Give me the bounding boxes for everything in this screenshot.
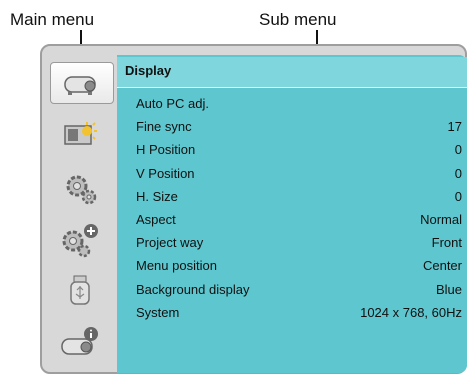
- row-label: V Position: [136, 166, 195, 181]
- row-value: Center: [422, 258, 462, 273]
- row-label: Project way: [136, 235, 204, 250]
- main-menu-callout: Main menu: [10, 10, 95, 29]
- row-label: H Position: [136, 142, 196, 157]
- menu-row-h-position[interactable]: H Position 0: [117, 139, 467, 161]
- menu-row-h-size[interactable]: H. Size 0: [117, 186, 467, 208]
- sub-menu-callout: Sub menu: [259, 10, 337, 29]
- menu-row-project-way[interactable]: Project way Front: [117, 232, 467, 254]
- sub-menu-header: Display: [117, 57, 467, 88]
- usb-memory-icon: [70, 275, 90, 305]
- main-menu: [44, 48, 116, 370]
- main-menu-tab-setting[interactable]: [52, 168, 108, 208]
- display-icon: [64, 76, 96, 95]
- main-menu-tab-display[interactable]: [50, 62, 114, 104]
- setting-gear-icon: [66, 175, 97, 205]
- row-label: H. Size: [136, 189, 178, 204]
- row-label: Background display: [136, 282, 250, 297]
- row-label: Fine sync: [136, 119, 192, 134]
- row-value: 0: [454, 142, 462, 157]
- image-adjust-icon: [64, 122, 97, 145]
- row-value: Normal: [420, 212, 462, 227]
- main-menu-tab-image-adjust[interactable]: [52, 114, 108, 154]
- main-menu-tab-expanded-setting[interactable]: [52, 220, 108, 260]
- menu-row-menu-position[interactable]: Menu position Center: [117, 255, 467, 277]
- row-label: Menu position: [136, 258, 217, 273]
- row-label: Aspect: [136, 212, 176, 227]
- expanded-setting-icon: [62, 224, 98, 258]
- sub-menu-panel: Display Auto PC adj. Fine sync 17 H Posi…: [117, 55, 467, 373]
- menu-row-v-position[interactable]: V Position 0: [117, 163, 467, 185]
- row-label: System: [136, 305, 180, 320]
- row-value: 0: [454, 166, 462, 181]
- row-value: Front: [431, 235, 462, 250]
- menu-row-fine-sync[interactable]: Fine sync 17: [117, 116, 467, 138]
- information-icon: [61, 327, 98, 355]
- menu-row-background-display[interactable]: Background display Blue: [117, 279, 467, 301]
- row-label: Auto PC adj.: [136, 96, 209, 111]
- menu-row-aspect[interactable]: Aspect Normal: [117, 209, 467, 231]
- row-value: 1024 x 768, 60Hz: [360, 305, 462, 320]
- sub-menu-title: Display: [125, 63, 172, 78]
- row-value: 17: [447, 119, 462, 134]
- row-value: Blue: [435, 282, 462, 297]
- menu-row-system[interactable]: System 1024 x 768, 60Hz: [117, 302, 467, 324]
- row-value: 0: [454, 189, 462, 204]
- menu-row-auto-pc-adj[interactable]: Auto PC adj.: [117, 93, 467, 115]
- main-menu-tab-usb[interactable]: [52, 270, 108, 310]
- main-menu-tab-information[interactable]: [52, 323, 108, 363]
